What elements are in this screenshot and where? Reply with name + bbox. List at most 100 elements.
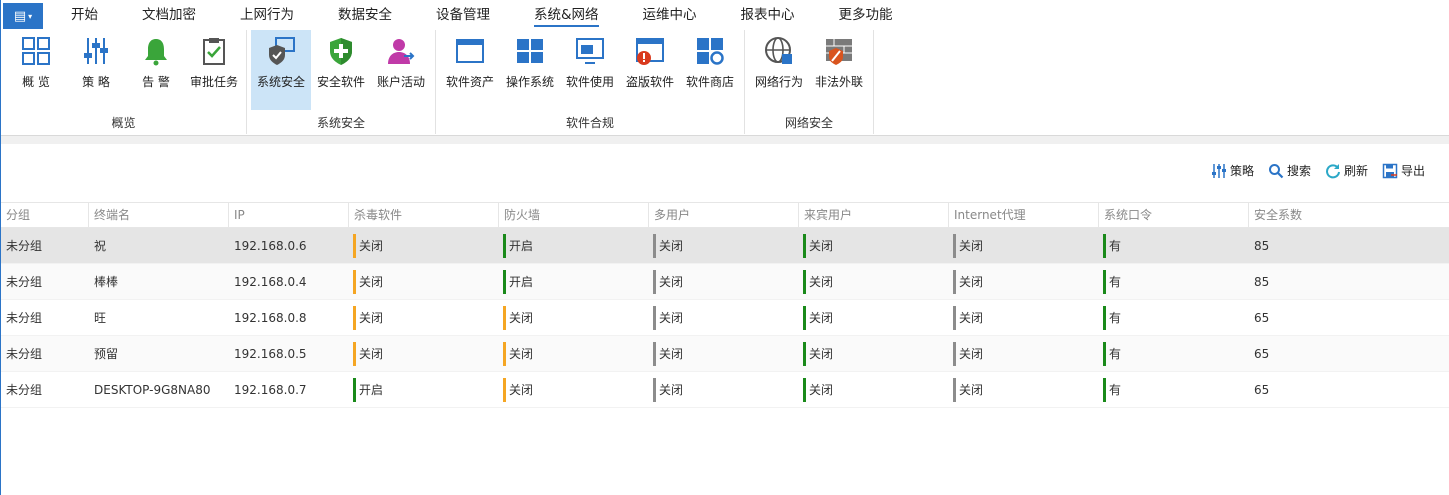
status-bar: [803, 342, 806, 366]
system-security-button-label: 系统安全: [256, 75, 305, 89]
pirated-software-icon: [636, 38, 664, 65]
cell-group: 未分组: [6, 311, 43, 325]
status-text: 关闭: [959, 275, 984, 289]
tab-start[interactable]: 开始: [57, 0, 112, 30]
overview-grid-icon: [22, 37, 50, 65]
table-row[interactable]: 未分组 棒棒 192.168.0.4 关闭 开启 关闭 关闭 关闭 有 85: [1, 264, 1449, 300]
cell-firewall: 关闭: [503, 342, 533, 366]
status-text: 有: [1109, 239, 1122, 253]
column-header-ip[interactable]: IP: [229, 203, 349, 227]
column-header-terminal-name[interactable]: 终端名: [89, 203, 229, 227]
alarm-bell-icon: [145, 39, 167, 66]
app-menu-button[interactable]: ▤ ▾: [3, 3, 43, 29]
status-text: 关闭: [509, 347, 534, 361]
search-toolbar-label: 搜索: [1286, 164, 1311, 178]
column-header-firewall[interactable]: 防火墙: [499, 203, 649, 227]
approval-tasks-button[interactable]: 审批任务: [184, 30, 244, 110]
tab-document-encryption[interactable]: 文档加密: [128, 0, 210, 30]
ribbon-group-software-compliance-label: 软件合规: [565, 116, 614, 130]
column-header-multiuser[interactable]: 多用户: [649, 203, 799, 227]
ribbon-group-overview-label: 概览: [111, 116, 136, 130]
tab-ops-center[interactable]: 运维中心: [629, 0, 711, 30]
cell-internet-proxy: 关闭: [953, 306, 983, 330]
cell-ip: 192.168.0.8: [234, 311, 307, 325]
status-text: 关闭: [959, 347, 984, 361]
operating-system-button[interactable]: 操作系统: [500, 30, 560, 110]
cell-ip: 192.168.0.5: [234, 347, 307, 361]
table-row[interactable]: 未分组 预留 192.168.0.5 关闭 关闭 关闭 关闭 关闭 有 65: [1, 336, 1449, 372]
network-behavior-button[interactable]: 网络行为: [749, 30, 809, 110]
status-text: 开启: [509, 275, 534, 289]
cell-guest-user: 关闭: [803, 306, 833, 330]
system-security-button[interactable]: 系统安全: [251, 30, 311, 110]
policy-button-label: 策 略: [82, 75, 110, 89]
software-store-button-label: 软件商店: [685, 75, 734, 89]
alarm-button[interactable]: 告 警: [126, 30, 186, 110]
status-bar: [1103, 306, 1106, 330]
cell-internet-proxy: 关闭: [953, 378, 983, 402]
status-bar: [353, 306, 356, 330]
column-header-system-password[interactable]: 系统口令: [1099, 203, 1249, 227]
tab-system-network[interactable]: 系统&网络: [520, 0, 613, 30]
table-row[interactable]: 未分组 DESKTOP-9G8NA80 192.168.0.7 开启 关闭 关闭…: [1, 372, 1449, 408]
tab-report-center[interactable]: 报表中心: [727, 0, 809, 30]
status-bar: [503, 306, 506, 330]
table-row[interactable]: 未分组 旺 192.168.0.8 关闭 关闭 关闭 关闭 关闭 有 65: [1, 300, 1449, 336]
status-text: 关闭: [659, 347, 684, 361]
software-store-icon: [697, 38, 724, 65]
overview-button-label: 概 览: [22, 75, 50, 89]
status-text: 有: [1109, 383, 1122, 397]
pirated-software-button[interactable]: 盗版软件: [620, 30, 680, 110]
search-toolbar-button[interactable]: 搜索: [1268, 162, 1311, 179]
status-text: 关闭: [659, 383, 684, 397]
status-text: 有: [1109, 347, 1122, 361]
status-bar: [803, 234, 806, 258]
policy-toolbar-button[interactable]: 策略: [1211, 162, 1254, 179]
table-row[interactable]: 未分组 祝 192.168.0.6 关闭 开启 关闭 关闭 关闭 有 85: [1, 228, 1449, 264]
chevron-down-icon: ▾: [28, 11, 33, 21]
cell-antivirus: 关闭: [353, 306, 383, 330]
policy-toolbar-label: 策略: [1229, 164, 1254, 178]
table-header: 分组 终端名 IP 杀毒软件 防火墙 多用户 来宾用户 Internet代理 系…: [1, 202, 1449, 228]
software-store-button[interactable]: 软件商店: [680, 30, 740, 110]
tab-more-features[interactable]: 更多功能: [825, 0, 907, 30]
column-header-guest-user[interactable]: 来宾用户: [799, 203, 949, 227]
status-bar: [953, 270, 956, 294]
cell-antivirus: 开启: [353, 378, 383, 402]
software-usage-button[interactable]: 软件使用: [560, 30, 620, 110]
search-icon: [1268, 163, 1284, 178]
cell-terminal-name: 祝: [94, 239, 107, 253]
overview-button[interactable]: 概 览: [6, 30, 66, 110]
tab-device-management[interactable]: 设备管理: [422, 0, 504, 30]
security-software-button[interactable]: 安全软件: [311, 30, 371, 110]
column-header-security-score[interactable]: 安全系数: [1249, 203, 1449, 227]
column-header-antivirus[interactable]: 杀毒软件: [349, 203, 499, 227]
status-text: 关闭: [959, 239, 984, 253]
cell-group: 未分组: [6, 347, 43, 361]
cell-guest-user: 关闭: [803, 270, 833, 294]
menu-tabs: 开始 文档加密 上网行为 数据安全 设备管理 系统&网络 运维中心 报表中心 更…: [57, 0, 923, 30]
column-header-group[interactable]: 分组: [1, 203, 89, 227]
network-behavior-button-label: 网络行为: [754, 75, 803, 89]
software-assets-button[interactable]: 软件资产: [440, 30, 500, 110]
status-text: 有: [1109, 275, 1122, 289]
tab-data-security[interactable]: 数据安全: [324, 0, 406, 30]
export-toolbar-label: 导出: [1400, 164, 1425, 178]
cell-terminal-name: 旺: [94, 311, 107, 325]
refresh-icon: [1326, 163, 1340, 178]
app-menu-icon: ▤: [13, 8, 27, 24]
status-bar: [353, 342, 356, 366]
refresh-toolbar-button[interactable]: 刷新: [1325, 162, 1368, 179]
status-bar: [953, 234, 956, 258]
status-text: 关闭: [809, 275, 834, 289]
export-toolbar-button[interactable]: 导出: [1382, 162, 1425, 179]
illegal-connection-button[interactable]: 非法外联: [809, 30, 869, 110]
tab-web-behavior[interactable]: 上网行为: [226, 0, 308, 30]
column-header-internet-proxy[interactable]: Internet代理: [949, 203, 1099, 227]
approval-tasks-button-label: 审批任务: [189, 75, 238, 89]
cell-multiuser: 关闭: [653, 234, 683, 258]
account-activity-button[interactable]: 账户活动: [371, 30, 431, 110]
security-software-button-label: 安全软件: [316, 75, 365, 89]
status-bar: [353, 270, 356, 294]
policy-button[interactable]: 策 略: [66, 30, 126, 110]
